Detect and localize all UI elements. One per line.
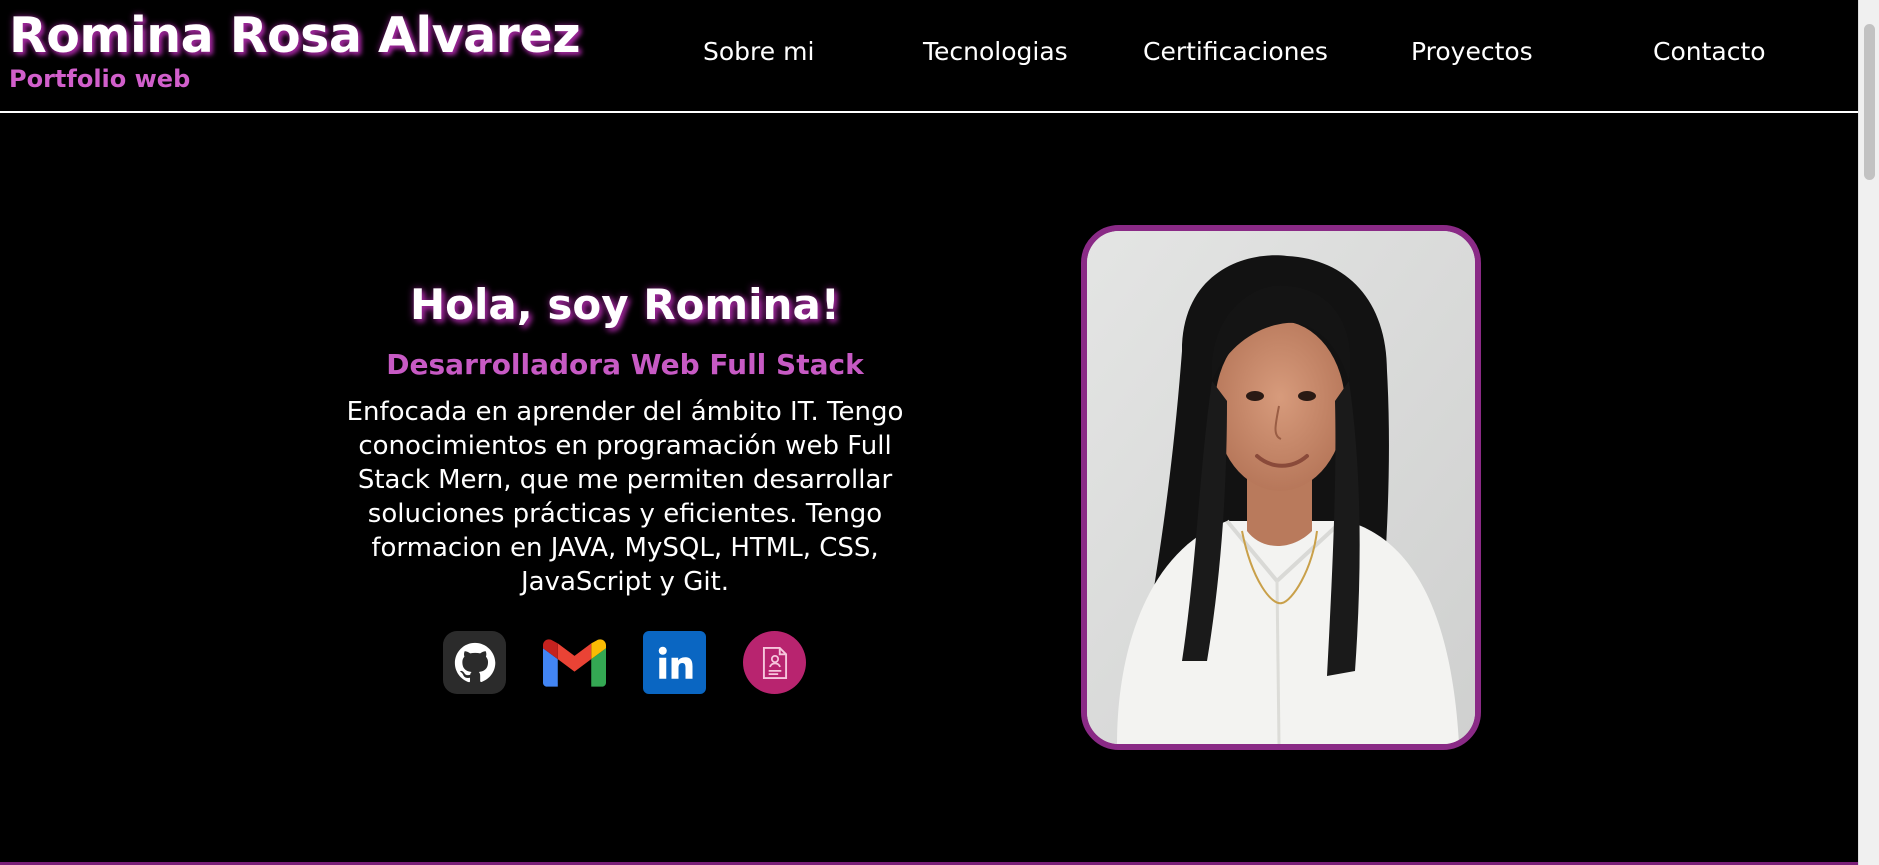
nav-sobre-mi[interactable]: Sobre mi (703, 35, 814, 69)
linkedin-icon (658, 646, 692, 679)
nav-certificaciones[interactable]: Certificaciones (1143, 35, 1328, 69)
hero-role: Desarrolladora Web Full Stack (386, 348, 864, 381)
cv-link[interactable] (743, 631, 806, 694)
scrollbar-thumb[interactable] (1864, 24, 1875, 180)
social-links (443, 631, 807, 694)
nav-tecnologias[interactable]: Tecnologias (923, 35, 1068, 69)
github-link[interactable] (443, 631, 506, 694)
nav-contacto[interactable]: Contacto (1653, 35, 1766, 69)
portfolio-page: Romina Rosa Alvarez Portfolio web Sobre … (0, 0, 1879, 865)
hero-intro: Hola, soy Romina! Desarrolladora Web Ful… (330, 275, 920, 599)
gmail-icon (543, 638, 606, 687)
site-header: Romina Rosa Alvarez Portfolio web Sobre … (0, 0, 1858, 113)
hero-description: Enfocada en aprender del ámbito IT. Teng… (346, 397, 904, 597)
hero-title: Hola, soy Romina! (410, 280, 840, 329)
github-icon (454, 642, 495, 682)
nav-proyectos[interactable]: Proyectos (1411, 35, 1533, 69)
profile-portrait-image (1087, 231, 1475, 744)
main-nav: Sobre mi Tecnologias Certificaciones Pro… (0, 35, 1858, 71)
profile-photo (1081, 225, 1481, 750)
gmail-link[interactable] (543, 631, 606, 694)
page-scrollbar[interactable] (1858, 0, 1879, 865)
linkedin-link[interactable] (643, 631, 706, 694)
cv-document-icon (762, 646, 787, 679)
